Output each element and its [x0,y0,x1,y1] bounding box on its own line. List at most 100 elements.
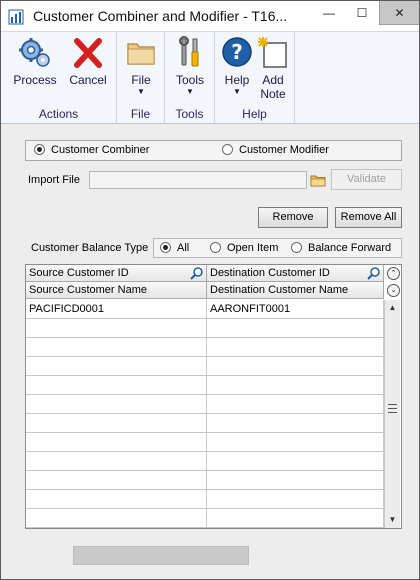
cell-destination-customer[interactable]: AARONFIT0001 [207,300,384,319]
app-window: Customer Combiner and Modifier - T16... … [0,0,420,580]
scroll-down-arrow-icon[interactable]: ▼ [385,512,400,528]
customer-grid: Source Customer ID Destination Customer … [25,264,402,529]
cell-source-customer[interactable] [26,433,207,452]
tools-label: Tools [175,73,204,87]
cell-source-customer[interactable] [26,490,207,509]
group-label-file: File [130,107,151,121]
help-icon: ? [222,37,252,67]
tools-button[interactable]: Tools ▼ [170,36,210,97]
minimize-button[interactable]: — [313,1,345,25]
group-label-help: Help [242,107,267,121]
tools-icon [179,36,199,67]
cell-destination-customer[interactable] [207,357,384,376]
header-label: Destination Customer Name [210,284,349,296]
cell-destination-customer[interactable] [207,395,384,414]
cell-source-customer[interactable] [26,414,207,433]
radio-all[interactable]: All [160,242,189,254]
import-file-label: Import File [28,174,80,186]
group-label-actions: Actions [38,107,79,121]
cell-destination-customer[interactable] [207,414,384,433]
mode-selector: Customer Combiner Customer Modifier [25,140,402,161]
cell-destination-customer[interactable] [207,490,384,509]
radio-open-item[interactable]: Open Item [210,242,278,254]
add-note-label-line1: Add [262,73,284,87]
app-chart-icon [8,9,24,25]
window-title: Customer Combiner and Modifier - T16... [33,8,288,24]
file-dropdown-arrow-icon: ▼ [137,87,145,96]
cell-destination-customer[interactable] [207,376,384,395]
radio-label: Open Item [227,242,279,254]
radio-dot-selected [34,144,45,155]
scroll-up-arrow-icon[interactable]: ▲ [385,300,400,316]
expand-rows-icon[interactable]: ⌄ [387,284,400,297]
scroll-thumb-grip-icon[interactable] [388,404,397,413]
maximize-button[interactable]: ☐ [346,1,378,25]
cell-source-customer[interactable] [26,471,207,490]
title-bar: Customer Combiner and Modifier - T16... … [1,1,419,32]
radio-label: Balance Forward [308,242,392,254]
header-destination-customer-name: Destination Customer Name [207,282,384,299]
ribbon-group-actions: Process Cancel Actions [1,32,117,124]
file-label: File [131,73,151,87]
browse-folder-icon[interactable] [309,171,327,189]
cell-source-customer[interactable] [26,338,207,357]
cancel-button[interactable]: Cancel [65,36,111,87]
remove-all-button[interactable]: Remove All [335,207,402,228]
lookup-magnifier-icon[interactable] [190,266,204,280]
tools-dropdown-arrow-icon: ▼ [186,87,194,96]
cell-source-customer[interactable] [26,509,207,528]
close-button[interactable]: ✕ [379,1,419,25]
cancel-label: Cancel [69,73,107,87]
import-file-field[interactable] [89,171,307,189]
cell-source-customer[interactable] [26,319,207,338]
validate-button[interactable]: Validate [331,169,402,190]
group-label-tools: Tools [175,107,204,121]
collapse-rows-icon[interactable]: ⌃ [387,267,400,280]
radio-label: All [177,242,190,254]
cell-source-customer[interactable] [26,395,207,414]
radio-dot [291,242,302,253]
radio-label: Customer Combiner [51,144,150,156]
ribbon-toolbar: Process Cancel Actions File ▼ File Tools… [1,32,419,124]
help-label: Help [224,73,250,87]
radio-customer-combiner[interactable]: Customer Combiner [34,144,149,156]
ribbon-group-help: ? Help ▼ Add Note Help [215,32,295,124]
header-label: Source Customer Name [29,284,147,296]
note-icon [258,37,287,68]
cell-source-customer[interactable] [26,357,207,376]
file-button[interactable]: File ▼ [121,36,161,97]
cell-destination-customer[interactable] [207,319,384,338]
header-label: Source Customer ID [29,267,129,279]
process-button[interactable]: Process [13,36,57,87]
header-source-customer-id[interactable]: Source Customer ID [26,265,207,282]
remove-button[interactable]: Remove [258,207,328,228]
add-note-button[interactable]: Add Note [255,36,291,101]
balance-type-label: Customer Balance Type [31,242,149,254]
ribbon-group-file: File ▼ File [117,32,165,124]
cell-destination-customer[interactable] [207,433,384,452]
cell-destination-customer[interactable] [207,338,384,357]
process-label: Process [13,73,57,87]
radio-dot [210,242,221,253]
radio-balance-forward[interactable]: Balance Forward [291,242,391,254]
add-note-label-line2: Note [260,87,286,101]
cell-destination-customer[interactable] [207,509,384,528]
svg-text:?: ? [231,40,243,64]
radio-dot [222,144,233,155]
help-button[interactable]: ? Help ▼ [219,36,255,97]
cell-source-customer[interactable]: PACIFICD0001 [26,300,207,319]
cell-destination-customer[interactable] [207,471,384,490]
help-dropdown-arrow-icon: ▼ [233,87,241,96]
header-destination-customer-id[interactable]: Destination Customer ID [207,265,384,282]
cell-destination-customer[interactable] [207,452,384,471]
lookup-magnifier-icon[interactable] [367,266,381,280]
red-x-icon [74,38,102,68]
grid-vertical-scrollbar[interactable]: ▲ ▼ [384,300,400,528]
cell-source-customer[interactable] [26,452,207,471]
status-progress-bar [73,546,249,565]
radio-customer-modifier[interactable]: Customer Modifier [222,144,329,156]
radio-dot-selected [160,242,171,253]
ribbon-group-tools: Tools ▼ Tools [165,32,215,124]
balance-type-group: All Open Item Balance Forward [153,238,402,258]
cell-source-customer[interactable] [26,376,207,395]
